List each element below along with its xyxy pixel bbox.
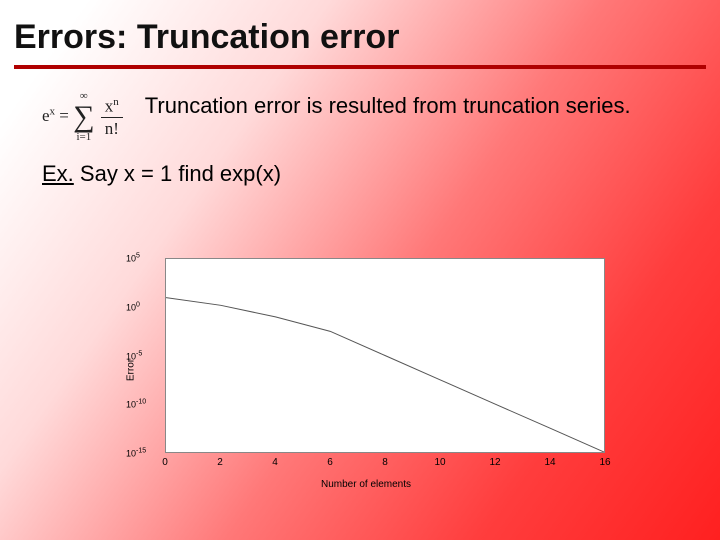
x-tick: 14 <box>544 457 555 468</box>
x-tick: 12 <box>489 457 500 468</box>
sigma-icon: ∑ <box>73 102 94 132</box>
x-axis-label: Number of elements <box>321 479 411 490</box>
example-line: Ex. Say x = 1 find exp(x) <box>0 143 720 187</box>
y-axis-label: Error <box>126 359 137 381</box>
sigma-sum: ∞ ∑ i=1 <box>73 91 94 143</box>
plot-area <box>165 258 605 453</box>
x-tick: 2 <box>217 457 223 468</box>
fraction: xn n! <box>101 97 123 137</box>
fraction-denominator: n! <box>105 118 119 137</box>
x-tick: 4 <box>272 457 278 468</box>
formula-lhs-exp: x <box>50 105 56 117</box>
example-label: Ex. <box>42 161 74 186</box>
content-row: ex = ∞ ∑ i=1 xn n! Truncation error is r… <box>0 69 720 143</box>
x-tick: 8 <box>382 457 388 468</box>
y-tick: 10-10 <box>126 399 146 410</box>
error-chart: Error Number of elements 0 2 4 6 8 10 12 14 16 10… <box>110 250 622 490</box>
formula-eq: = <box>59 106 69 125</box>
fraction-numerator: xn <box>101 97 123 118</box>
x-tick: 6 <box>327 457 333 468</box>
y-tick: 100 <box>126 301 140 312</box>
x-tick: 16 <box>599 457 610 468</box>
error-curve <box>166 259 604 452</box>
x-tick: 0 <box>162 457 168 468</box>
y-tick: 10-15 <box>126 448 146 459</box>
y-tick: 105 <box>126 253 140 264</box>
formula-lhs-base: e <box>42 106 50 125</box>
truncation-description: Truncation error is resulted from trunca… <box>145 91 660 119</box>
taylor-formula: ex = ∞ ∑ i=1 xn n! <box>42 91 123 143</box>
y-tick: 10-5 <box>126 350 142 361</box>
slide-title: Errors: Truncation error <box>0 0 720 61</box>
x-tick: 10 <box>434 457 445 468</box>
example-text: Say x = 1 find exp(x) <box>74 161 281 186</box>
sum-lower: i=1 <box>76 132 91 143</box>
